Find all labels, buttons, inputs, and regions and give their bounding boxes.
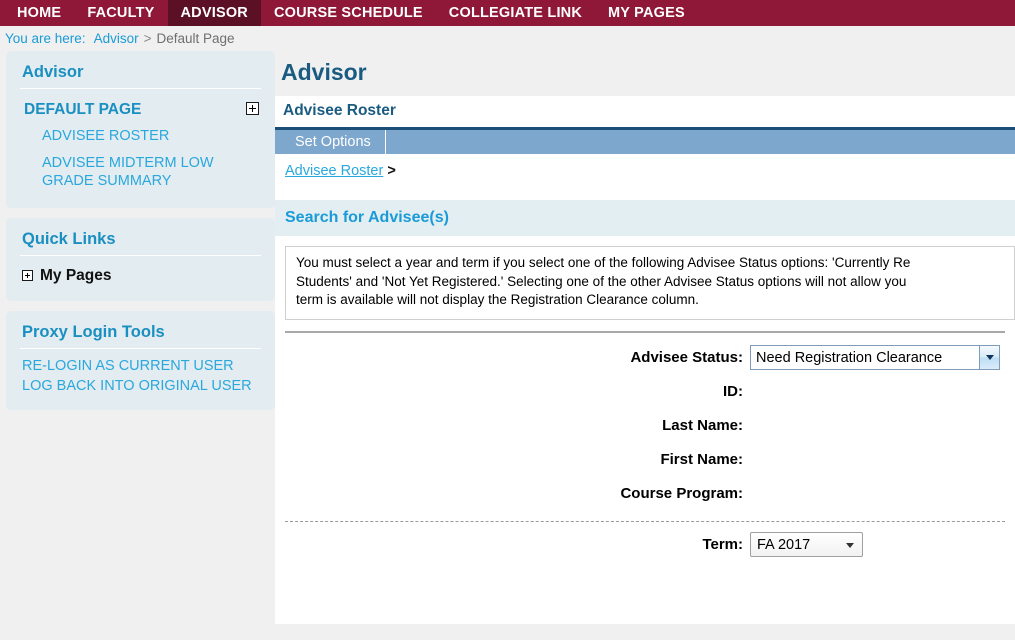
label-last-name: Last Name: bbox=[662, 417, 743, 435]
divider-dashed bbox=[285, 520, 1005, 522]
sub-breadcrumb: Advisee Roster > bbox=[275, 154, 1015, 188]
expand-plus-icon[interactable] bbox=[246, 102, 259, 115]
tab-label: Set Options bbox=[295, 134, 371, 150]
nav-item-label: COURSE SCHEDULE bbox=[273, 5, 423, 21]
last-name-field[interactable] bbox=[750, 414, 1000, 438]
nav-item-my-pages[interactable]: MY PAGES bbox=[595, 0, 698, 26]
section-heading-search-for-advisees: Search for Advisee(s) bbox=[275, 200, 1015, 236]
term-select[interactable]: FA 2017 bbox=[750, 532, 863, 558]
id-field[interactable] bbox=[750, 380, 1000, 404]
form-row-last-name: Last Name: bbox=[275, 409, 1015, 443]
nav-item-collegiate-link[interactable]: COLLEGIATE LINK bbox=[436, 0, 595, 26]
sub-breadcrumb-separator: > bbox=[387, 163, 396, 179]
content-panel: Advisee Roster Set Options Advisee Roste… bbox=[275, 96, 1015, 624]
expand-plus-icon[interactable] bbox=[22, 270, 33, 282]
page-body: Advisor DEFAULT PAGE ADVISEE ROSTER ADVI… bbox=[0, 51, 1015, 640]
label-id: ID: bbox=[723, 383, 743, 401]
form-row-term: Term: FA 2017 bbox=[275, 528, 1015, 562]
nav-item-label: HOME bbox=[17, 5, 62, 21]
nav-item-course-schedule[interactable]: COURSE SCHEDULE bbox=[261, 0, 436, 26]
nav-item-label: COLLEGIATE LINK bbox=[448, 5, 583, 21]
sub-breadcrumb-link-advisee-roster[interactable]: Advisee Roster bbox=[285, 163, 383, 179]
label-course-program: Course Program: bbox=[620, 485, 743, 503]
nav-item-label: FACULTY bbox=[87, 5, 155, 21]
sidebar-item-my-pages[interactable]: My Pages bbox=[20, 263, 261, 287]
notice-wrapper: You must select a year and term if you s… bbox=[275, 236, 1015, 320]
page-title: Advisor bbox=[281, 59, 367, 85]
nav-item-advisor[interactable]: ADVISOR bbox=[167, 0, 261, 26]
sidebar-item-advisee-midterm-low-grade-summary[interactable]: ADVISEE MIDTERM LOW GRADE SUMMARY bbox=[20, 150, 261, 194]
sidebar-item-advisee-roster[interactable]: ADVISEE ROSTER bbox=[20, 123, 261, 149]
nav-item-label: MY PAGES bbox=[608, 5, 685, 21]
sidebar: Advisor DEFAULT PAGE ADVISEE ROSTER ADVI… bbox=[0, 51, 275, 420]
sidebar-item-log-back-original-user[interactable]: LOG BACK INTO ORIGINAL USER bbox=[20, 376, 261, 396]
breadcrumb-link-advisor[interactable]: Advisor bbox=[94, 31, 139, 46]
label-first-name: First Name: bbox=[660, 451, 743, 469]
tab-bar: Set Options bbox=[275, 127, 1015, 154]
panel-heading: Advisee Roster bbox=[283, 102, 396, 119]
sidebar-section-title-quick-links: Quick Links bbox=[20, 226, 261, 256]
label-term: Term: bbox=[702, 536, 743, 554]
course-program-field[interactable] bbox=[750, 482, 1000, 506]
breadcrumb-current-page: Default Page bbox=[156, 31, 235, 46]
advisee-status-select[interactable]: Need Registration Clearance bbox=[750, 345, 1000, 371]
notice-line-1: You must select a year and term if you s… bbox=[296, 255, 911, 270]
nav-item-faculty[interactable]: FACULTY bbox=[74, 0, 167, 26]
sidebar-section-title-advisor: Advisor bbox=[20, 59, 261, 89]
tab-set-options[interactable]: Set Options bbox=[281, 130, 386, 154]
nav-item-label: ADVISOR bbox=[180, 5, 248, 21]
notice-line-3: term is available will not display the R… bbox=[296, 292, 699, 308]
form-row-first-name: First Name: bbox=[275, 443, 1015, 477]
breadcrumb: You are here: Advisor > Default Page bbox=[0, 26, 1015, 51]
caret-shape bbox=[985, 355, 994, 361]
breadcrumb-separator: > bbox=[143, 31, 152, 46]
sidebar-section-quick-links: Quick Links My Pages bbox=[6, 217, 275, 301]
main-content: Advisor Advisee Roster Set Options Advis… bbox=[275, 51, 1015, 624]
form-actions: Search Advanced Search bbox=[275, 570, 1015, 604]
advisee-status-value: Need Registration Clearance bbox=[756, 349, 943, 366]
sidebar-item-default-page[interactable]: DEFAULT PAGE bbox=[20, 96, 261, 123]
form-row-course-program: Course Program: bbox=[275, 477, 1015, 511]
label-advisee-status: Advisee Status: bbox=[630, 349, 743, 367]
notice-message: You must select a year and term if you s… bbox=[285, 246, 1015, 320]
search-form: Advisee Status: Need Registration Cleara… bbox=[275, 333, 1015, 604]
form-row-advisee-status: Advisee Status: Need Registration Cleara… bbox=[275, 341, 1015, 375]
term-value: FA 2017 bbox=[757, 536, 811, 553]
sidebar-section-title-proxy: Proxy Login Tools bbox=[20, 319, 261, 349]
breadcrumb-prefix: You are here: bbox=[5, 31, 86, 46]
main-navigation-bar: HOME FACULTY ADVISOR COURSE SCHEDULE COL… bbox=[0, 0, 1015, 26]
sidebar-section-proxy-login-tools: Proxy Login Tools RE-LOGIN AS CURRENT US… bbox=[6, 310, 275, 410]
form-row-id: ID: bbox=[275, 375, 1015, 409]
notice-line-2: Students' and 'Not Yet Registered.' Sele… bbox=[296, 273, 907, 289]
chevron-down-icon bbox=[846, 543, 854, 549]
first-name-field[interactable] bbox=[750, 448, 1000, 472]
sidebar-section-advisor: Advisor DEFAULT PAGE ADVISEE ROSTER ADVI… bbox=[6, 51, 275, 208]
chevron-down-icon[interactable] bbox=[979, 346, 999, 370]
sidebar-row-default-page: DEFAULT PAGE bbox=[20, 96, 261, 123]
nav-item-home[interactable]: HOME bbox=[4, 0, 74, 26]
sidebar-item-label: My Pages bbox=[40, 266, 112, 284]
sidebar-item-relogin-current-user[interactable]: RE-LOGIN AS CURRENT USER bbox=[20, 356, 261, 376]
